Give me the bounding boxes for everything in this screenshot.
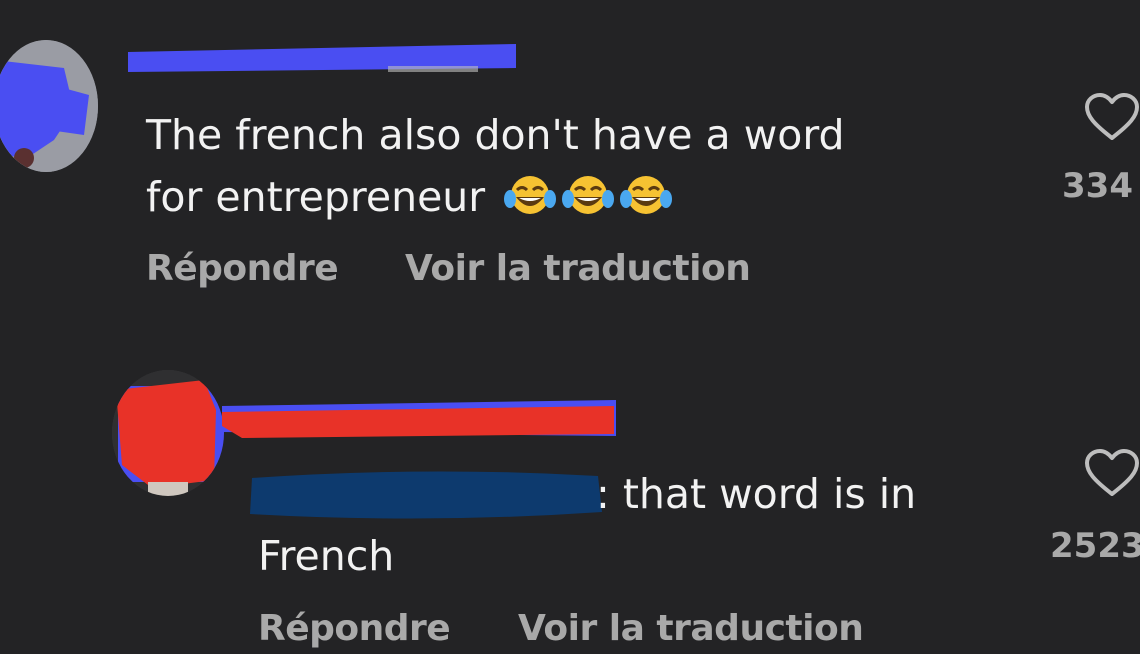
comment-line-1: The french also don't have a word	[146, 111, 845, 159]
comment-line-2-text: for entrepreneur	[146, 173, 486, 221]
see-translation-button[interactable]: Voir la traduction	[518, 608, 864, 649]
comment-line-1: : that word is in	[596, 470, 917, 518]
tears-of-joy-emoji	[620, 173, 673, 217]
like-count: 334	[1062, 166, 1133, 206]
heart-outline-icon[interactable]	[1084, 92, 1140, 142]
comment-line-2: French	[258, 532, 395, 580]
avatar[interactable]	[0, 40, 98, 172]
heart-outline-icon[interactable]	[1084, 448, 1140, 498]
like-count: 2523	[1050, 526, 1140, 566]
avatar-redaction	[0, 40, 98, 172]
comment-text: : that word is in French	[258, 463, 916, 587]
comment-1: The french also don't have a word for en…	[0, 0, 1140, 320]
avatar-redaction	[112, 370, 224, 496]
redacted-username	[222, 396, 618, 444]
comments-screen: The french also don't have a word for en…	[0, 0, 1140, 654]
tears-of-joy-emoji	[504, 173, 557, 217]
reply-button[interactable]: Répondre	[146, 248, 339, 289]
avatar[interactable]	[112, 370, 224, 496]
comment-text: The french also don't have a word for en…	[146, 104, 844, 228]
see-translation-button[interactable]: Voir la traduction	[405, 248, 751, 289]
comment-line-2: for entrepreneur	[146, 166, 844, 228]
reply-button[interactable]: Répondre	[258, 608, 451, 649]
redacted-username	[128, 38, 518, 74]
tears-of-joy-emoji	[562, 173, 615, 217]
comment-2: : that word is in French Répondre Voir l…	[0, 360, 1140, 654]
